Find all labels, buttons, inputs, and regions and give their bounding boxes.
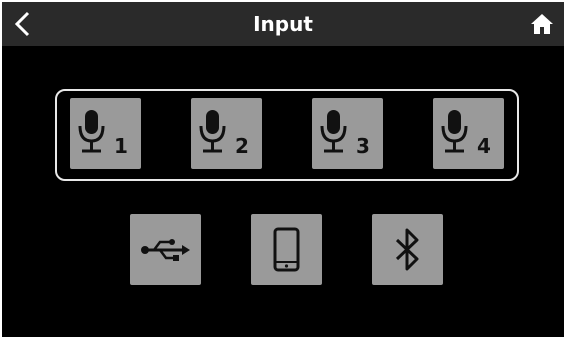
input-screen: Input 1 2 3 4 <box>2 2 564 337</box>
header-bar: Input <box>2 2 564 46</box>
microphone-icon <box>441 110 468 153</box>
microphone-icon <box>320 110 347 153</box>
mic-input-number: 3 <box>356 134 370 158</box>
smartphone-icon <box>273 227 300 272</box>
bluetooth-input-button[interactable] <box>372 214 443 285</box>
mic-input-2-button[interactable]: 2 <box>191 98 262 169</box>
microphone-icon <box>78 110 105 153</box>
mic-input-number: 1 <box>114 134 128 158</box>
usb-input-button[interactable] <box>130 214 201 285</box>
bluetooth-icon <box>395 228 419 271</box>
mic-input-number: 4 <box>477 134 491 158</box>
page-title: Input <box>253 12 313 36</box>
mic-input-4-button[interactable]: 4 <box>433 98 504 169</box>
microphone-icon <box>199 110 226 153</box>
home-icon[interactable] <box>530 12 554 36</box>
mic-input-3-button[interactable]: 3 <box>312 98 383 169</box>
usb-icon <box>141 239 190 261</box>
mic-input-number: 2 <box>235 134 249 158</box>
mic-input-1-button[interactable]: 1 <box>70 98 141 169</box>
smartphone-input-button[interactable] <box>251 214 322 285</box>
